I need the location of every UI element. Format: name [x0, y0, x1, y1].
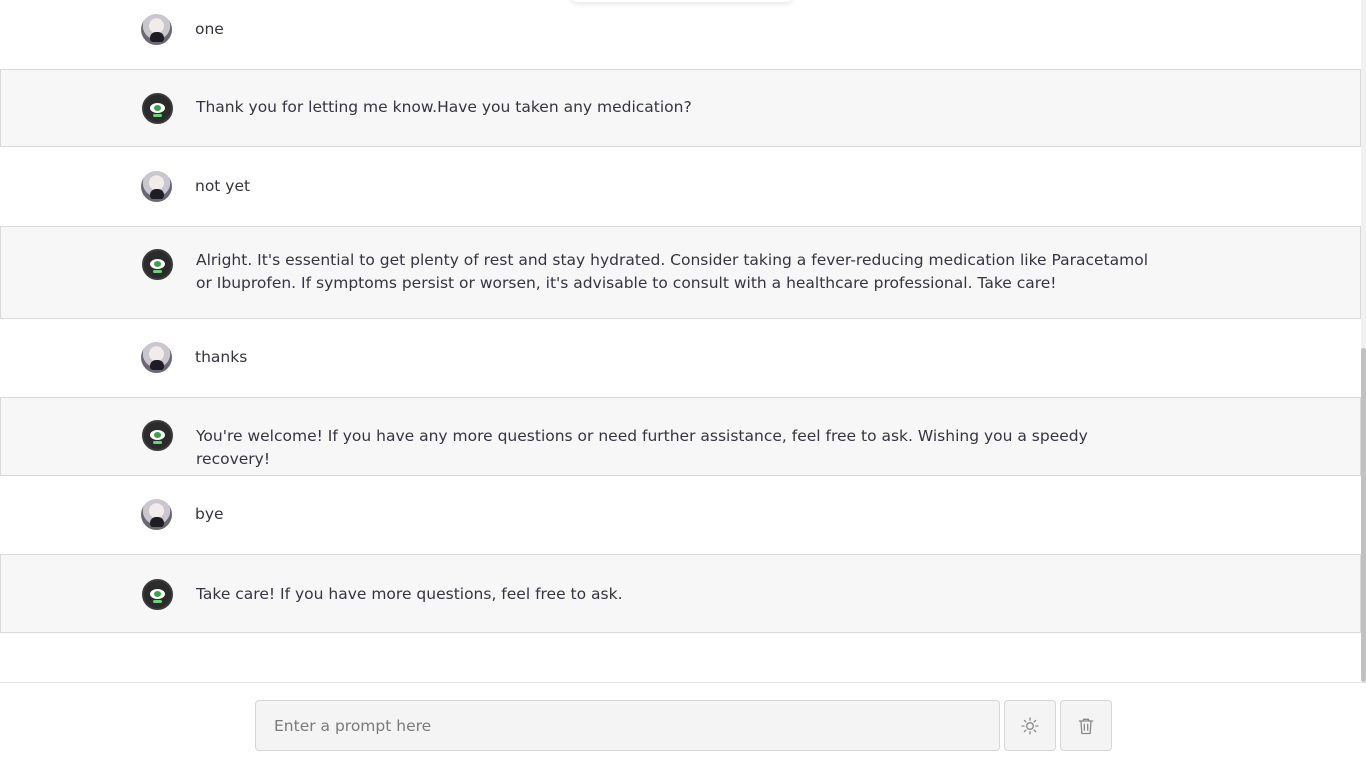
- bot-eye-icon: [150, 589, 165, 599]
- message-row-user: thanks: [0, 319, 1361, 397]
- bot-eye-icon: [150, 103, 165, 113]
- bot-mouth: [153, 441, 162, 444]
- scrollbar-thumb[interactable]: [1361, 348, 1366, 682]
- bot-avatar: [142, 579, 173, 610]
- message-text: bye: [195, 505, 224, 523]
- bot-eye-icon: [150, 430, 165, 440]
- message-row-user: not yet: [0, 147, 1361, 226]
- message-row-assistant: You're welcome! If you have any more que…: [0, 397, 1361, 476]
- user-avatar: [141, 342, 172, 373]
- bot-avatar: [142, 420, 173, 451]
- sun-icon: [1021, 716, 1039, 735]
- theme-toggle-button[interactable]: [1004, 700, 1056, 751]
- bot-mouth: [153, 270, 162, 273]
- prompt-input[interactable]: [255, 700, 1000, 751]
- composer-bar: [0, 682, 1366, 768]
- user-avatar: [141, 171, 172, 202]
- bot-avatar: [142, 93, 173, 124]
- message-text: thanks: [195, 348, 248, 366]
- bot-mouth: [153, 114, 162, 117]
- trash-icon: [1078, 718, 1094, 734]
- message-row-assistant: Take care! If you have more questions, f…: [0, 554, 1361, 633]
- message-text: Alright. It's essential to get plenty of…: [196, 251, 1149, 292]
- message-row-assistant: Alright. It's essential to get plenty of…: [0, 226, 1361, 319]
- chat-area[interactable]: one Thank you for letting me know.Have y…: [0, 0, 1361, 682]
- message-row-user: bye: [0, 476, 1361, 554]
- message-row-assistant: Thank you for letting me know.Have you t…: [0, 69, 1361, 147]
- bot-eye-icon: [150, 259, 165, 269]
- message-text: not yet: [195, 177, 251, 195]
- message-text: You're welcome! If you have any more que…: [196, 427, 1088, 468]
- user-avatar: [141, 499, 172, 530]
- user-avatar: [141, 14, 172, 45]
- message-text: Thank you for letting me know.Have you t…: [196, 98, 692, 116]
- bot-mouth: [153, 600, 162, 603]
- bot-avatar: [142, 249, 173, 280]
- message-text: Take care! If you have more questions, f…: [196, 585, 623, 603]
- clear-chat-button[interactable]: [1060, 700, 1112, 751]
- message-row-user: one: [0, 0, 1361, 69]
- message-text: one: [195, 20, 224, 38]
